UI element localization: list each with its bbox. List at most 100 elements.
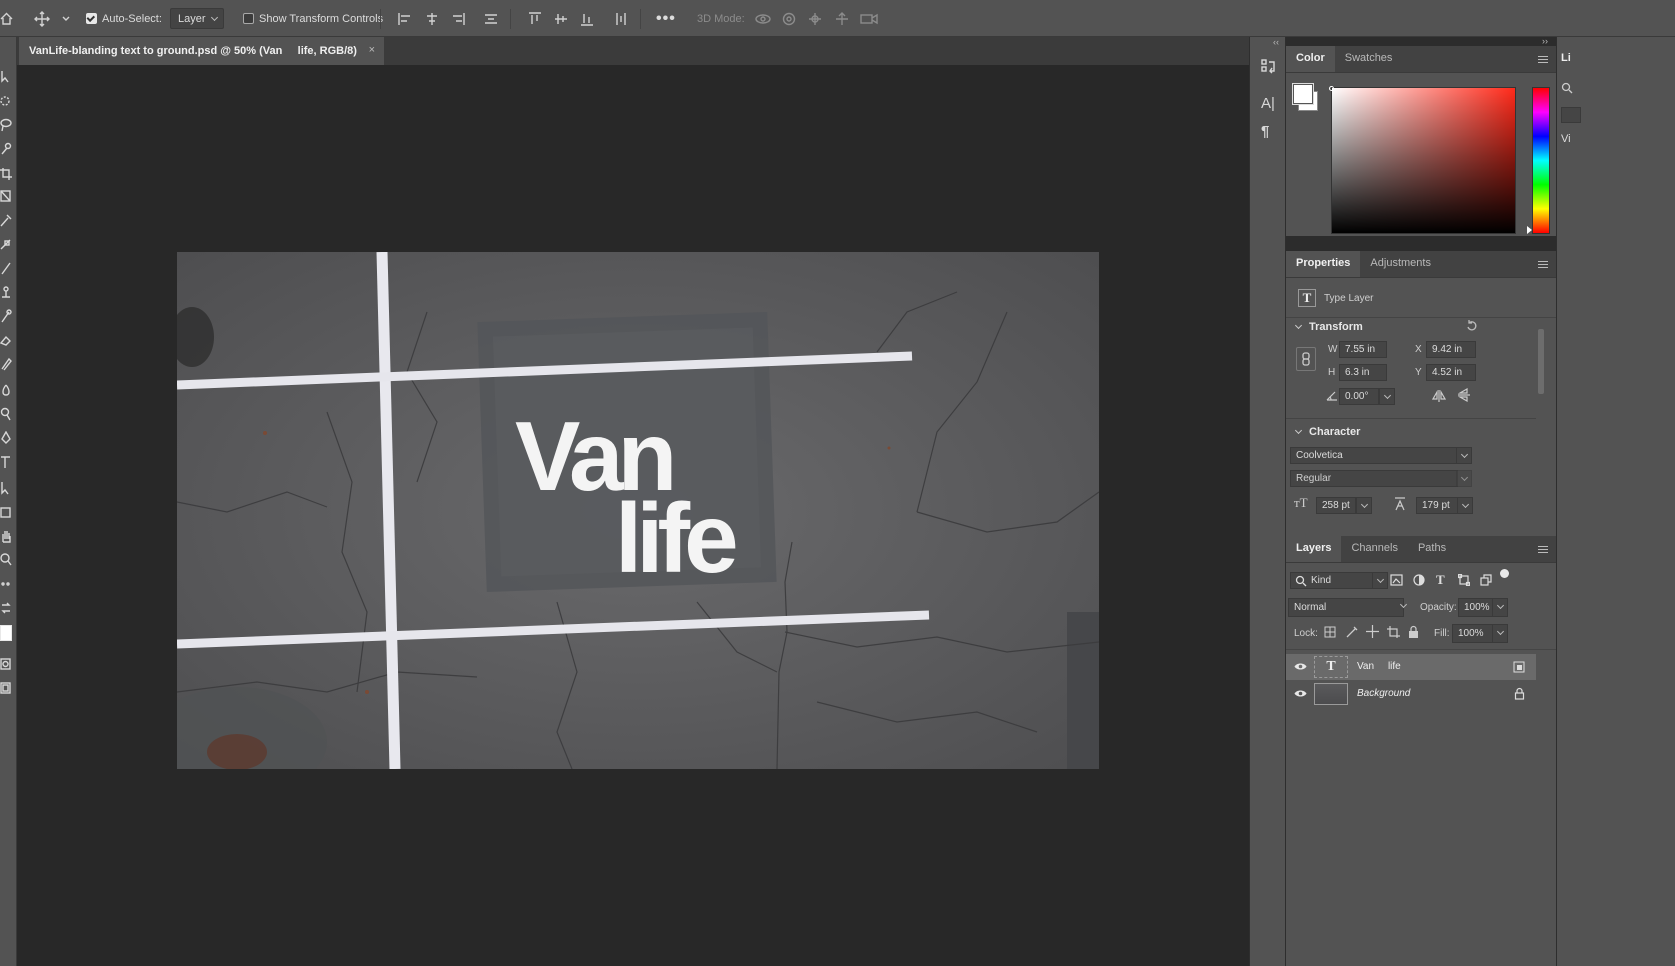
opacity-field[interactable]: 100%: [1458, 598, 1494, 617]
paragraph-panel-icon[interactable]: ¶: [1261, 123, 1277, 141]
auto-select-target-dropdown[interactable]: Layer: [170, 8, 224, 29]
zoom-tool-icon[interactable]: [0, 553, 12, 567]
foreground-color-swatch[interactable]: [1293, 84, 1313, 104]
angle-field[interactable]: 0.00°: [1339, 388, 1379, 405]
eyedropper-tool-icon[interactable]: [0, 213, 12, 227]
layer-name[interactable]: Background: [1357, 688, 1410, 699]
font-size-field[interactable]: 258 pt: [1316, 497, 1356, 514]
crop-tool-icon[interactable]: [0, 167, 12, 181]
properties-scrollbar[interactable]: [1537, 317, 1545, 517]
height-field[interactable]: 6.3 in: [1339, 364, 1387, 381]
y-position-field[interactable]: 4.52 in: [1426, 364, 1476, 381]
frame-tool-icon[interactable]: [0, 189, 12, 203]
3d-pan-icon[interactable]: [808, 0, 822, 37]
layer-filter-dropdown[interactable]: [1372, 572, 1388, 589]
canvas-area[interactable]: Van life: [17, 65, 1249, 966]
fill-dropdown[interactable]: [1492, 624, 1508, 643]
home-icon[interactable]: [0, 0, 14, 37]
type-tool-icon[interactable]: [0, 455, 12, 469]
panel-menu-icon[interactable]: [1538, 546, 1548, 553]
align-middle-v-icon[interactable]: [554, 0, 568, 37]
filter-toggle-icon[interactable]: [1500, 569, 1509, 578]
eraser-tool-icon[interactable]: [0, 333, 12, 347]
document-image[interactable]: Van life: [177, 252, 1099, 769]
quick-select-tool-icon[interactable]: [0, 142, 12, 156]
color-field[interactable]: [1331, 87, 1516, 234]
fill-field[interactable]: 100%: [1452, 624, 1494, 643]
blur-tool-icon[interactable]: [0, 383, 12, 397]
foreground-color-swatch[interactable]: [0, 625, 12, 641]
distribute-horizontal-icon[interactable]: [614, 0, 628, 37]
reset-transform-icon[interactable]: [1466, 320, 1478, 332]
font-family-field[interactable]: Coolvetica: [1290, 447, 1458, 464]
font-style-dropdown[interactable]: [1456, 470, 1472, 487]
3d-camera-icon[interactable]: [860, 0, 878, 37]
angle-dropdown[interactable]: [1379, 388, 1395, 405]
show-transform-controls-checkbox[interactable]: Show Transform Controls: [243, 0, 383, 37]
lock-icon[interactable]: [1514, 687, 1525, 700]
transform-section-header[interactable]: Transform: [1294, 321, 1363, 333]
move-tool-icon[interactable]: [0, 70, 12, 84]
layer-name[interactable]: Van life: [1357, 661, 1401, 672]
eye-visibility-icon[interactable]: [1294, 689, 1307, 698]
tab-paths[interactable]: Paths: [1408, 536, 1456, 562]
flip-vertical-icon[interactable]: [1457, 387, 1470, 403]
filter-type-icon[interactable]: T: [1436, 572, 1448, 587]
filter-adjustment-icon[interactable]: [1413, 574, 1425, 586]
tab-adjustments[interactable]: Adjustments: [1360, 251, 1441, 277]
align-top-icon[interactable]: [528, 0, 542, 37]
lock-artboard-icon[interactable]: [1387, 626, 1400, 638]
font-style-field[interactable]: Regular: [1290, 470, 1458, 487]
search-icon[interactable]: [1561, 82, 1573, 94]
background-layer-thumbnail[interactable]: [1314, 683, 1348, 705]
van-life-text-layer[interactable]: Van life: [515, 407, 739, 587]
eye-visibility-icon[interactable]: [1294, 662, 1307, 671]
character-section-header[interactable]: Character: [1294, 426, 1360, 438]
screen-mode-icon[interactable]: [0, 681, 12, 695]
opacity-dropdown[interactable]: [1492, 598, 1508, 617]
tab-color[interactable]: Color: [1286, 46, 1335, 72]
history-brush-tool-icon[interactable]: [0, 309, 12, 323]
more-tools-icon[interactable]: [0, 577, 12, 591]
flip-horizontal-icon[interactable]: [1431, 389, 1447, 402]
history-panel-icon[interactable]: [1261, 57, 1277, 75]
layer-row-text[interactable]: T Van life: [1286, 654, 1536, 680]
lock-transparent-icon[interactable]: [1324, 626, 1336, 638]
tab-properties[interactable]: Properties: [1286, 251, 1361, 277]
tab-libraries-partial[interactable]: Li: [1561, 52, 1571, 64]
hand-tool-icon[interactable]: [0, 529, 12, 543]
filter-smart-object-icon[interactable]: [1480, 574, 1492, 586]
document-tab[interactable]: VanLife-blanding text to ground.psd @ 50…: [19, 37, 384, 65]
link-dimensions-icon[interactable]: [1296, 347, 1316, 371]
panel-menu-icon[interactable]: [1538, 56, 1548, 63]
gradient-tool-icon[interactable]: [0, 357, 12, 371]
lock-all-icon[interactable]: [1408, 625, 1419, 638]
x-position-field[interactable]: 9.42 in: [1426, 341, 1476, 358]
tab-channels[interactable]: Channels: [1341, 536, 1407, 562]
lock-image-icon[interactable]: [1346, 626, 1358, 638]
3d-slide-icon[interactable]: [834, 0, 850, 37]
width-field[interactable]: 7.55 in: [1339, 341, 1387, 358]
align-left-icon[interactable]: [398, 0, 412, 37]
scrollbar-thumb[interactable]: [1538, 329, 1544, 394]
layer-row-background[interactable]: Background: [1286, 681, 1536, 707]
rectangle-tool-icon[interactable]: [0, 505, 12, 519]
character-panel-icon[interactable]: A|: [1261, 95, 1277, 113]
brush-tool-icon[interactable]: [0, 261, 12, 275]
lasso-tool-icon[interactable]: [0, 118, 12, 132]
clone-stamp-tool-icon[interactable]: [0, 285, 12, 299]
blend-mode-dropdown[interactable]: [1396, 598, 1412, 617]
align-bottom-icon[interactable]: [580, 0, 594, 37]
quick-mask-icon[interactable]: [0, 657, 12, 671]
tab-layers[interactable]: Layers: [1286, 536, 1342, 562]
path-selection-tool-icon[interactable]: [0, 481, 12, 495]
filter-pixel-icon[interactable]: [1390, 574, 1403, 586]
leading-field[interactable]: 179 pt: [1416, 497, 1458, 514]
color-picker-marker[interactable]: [1329, 86, 1334, 91]
blend-mode-field[interactable]: Normal: [1288, 598, 1404, 617]
more-options-icon[interactable]: •••: [656, 0, 676, 37]
move-tool-icon[interactable]: [34, 0, 50, 37]
3d-roll-icon[interactable]: [782, 0, 796, 37]
text-layer-thumbnail[interactable]: T: [1314, 656, 1348, 678]
close-tab-icon[interactable]: ×: [369, 44, 375, 56]
